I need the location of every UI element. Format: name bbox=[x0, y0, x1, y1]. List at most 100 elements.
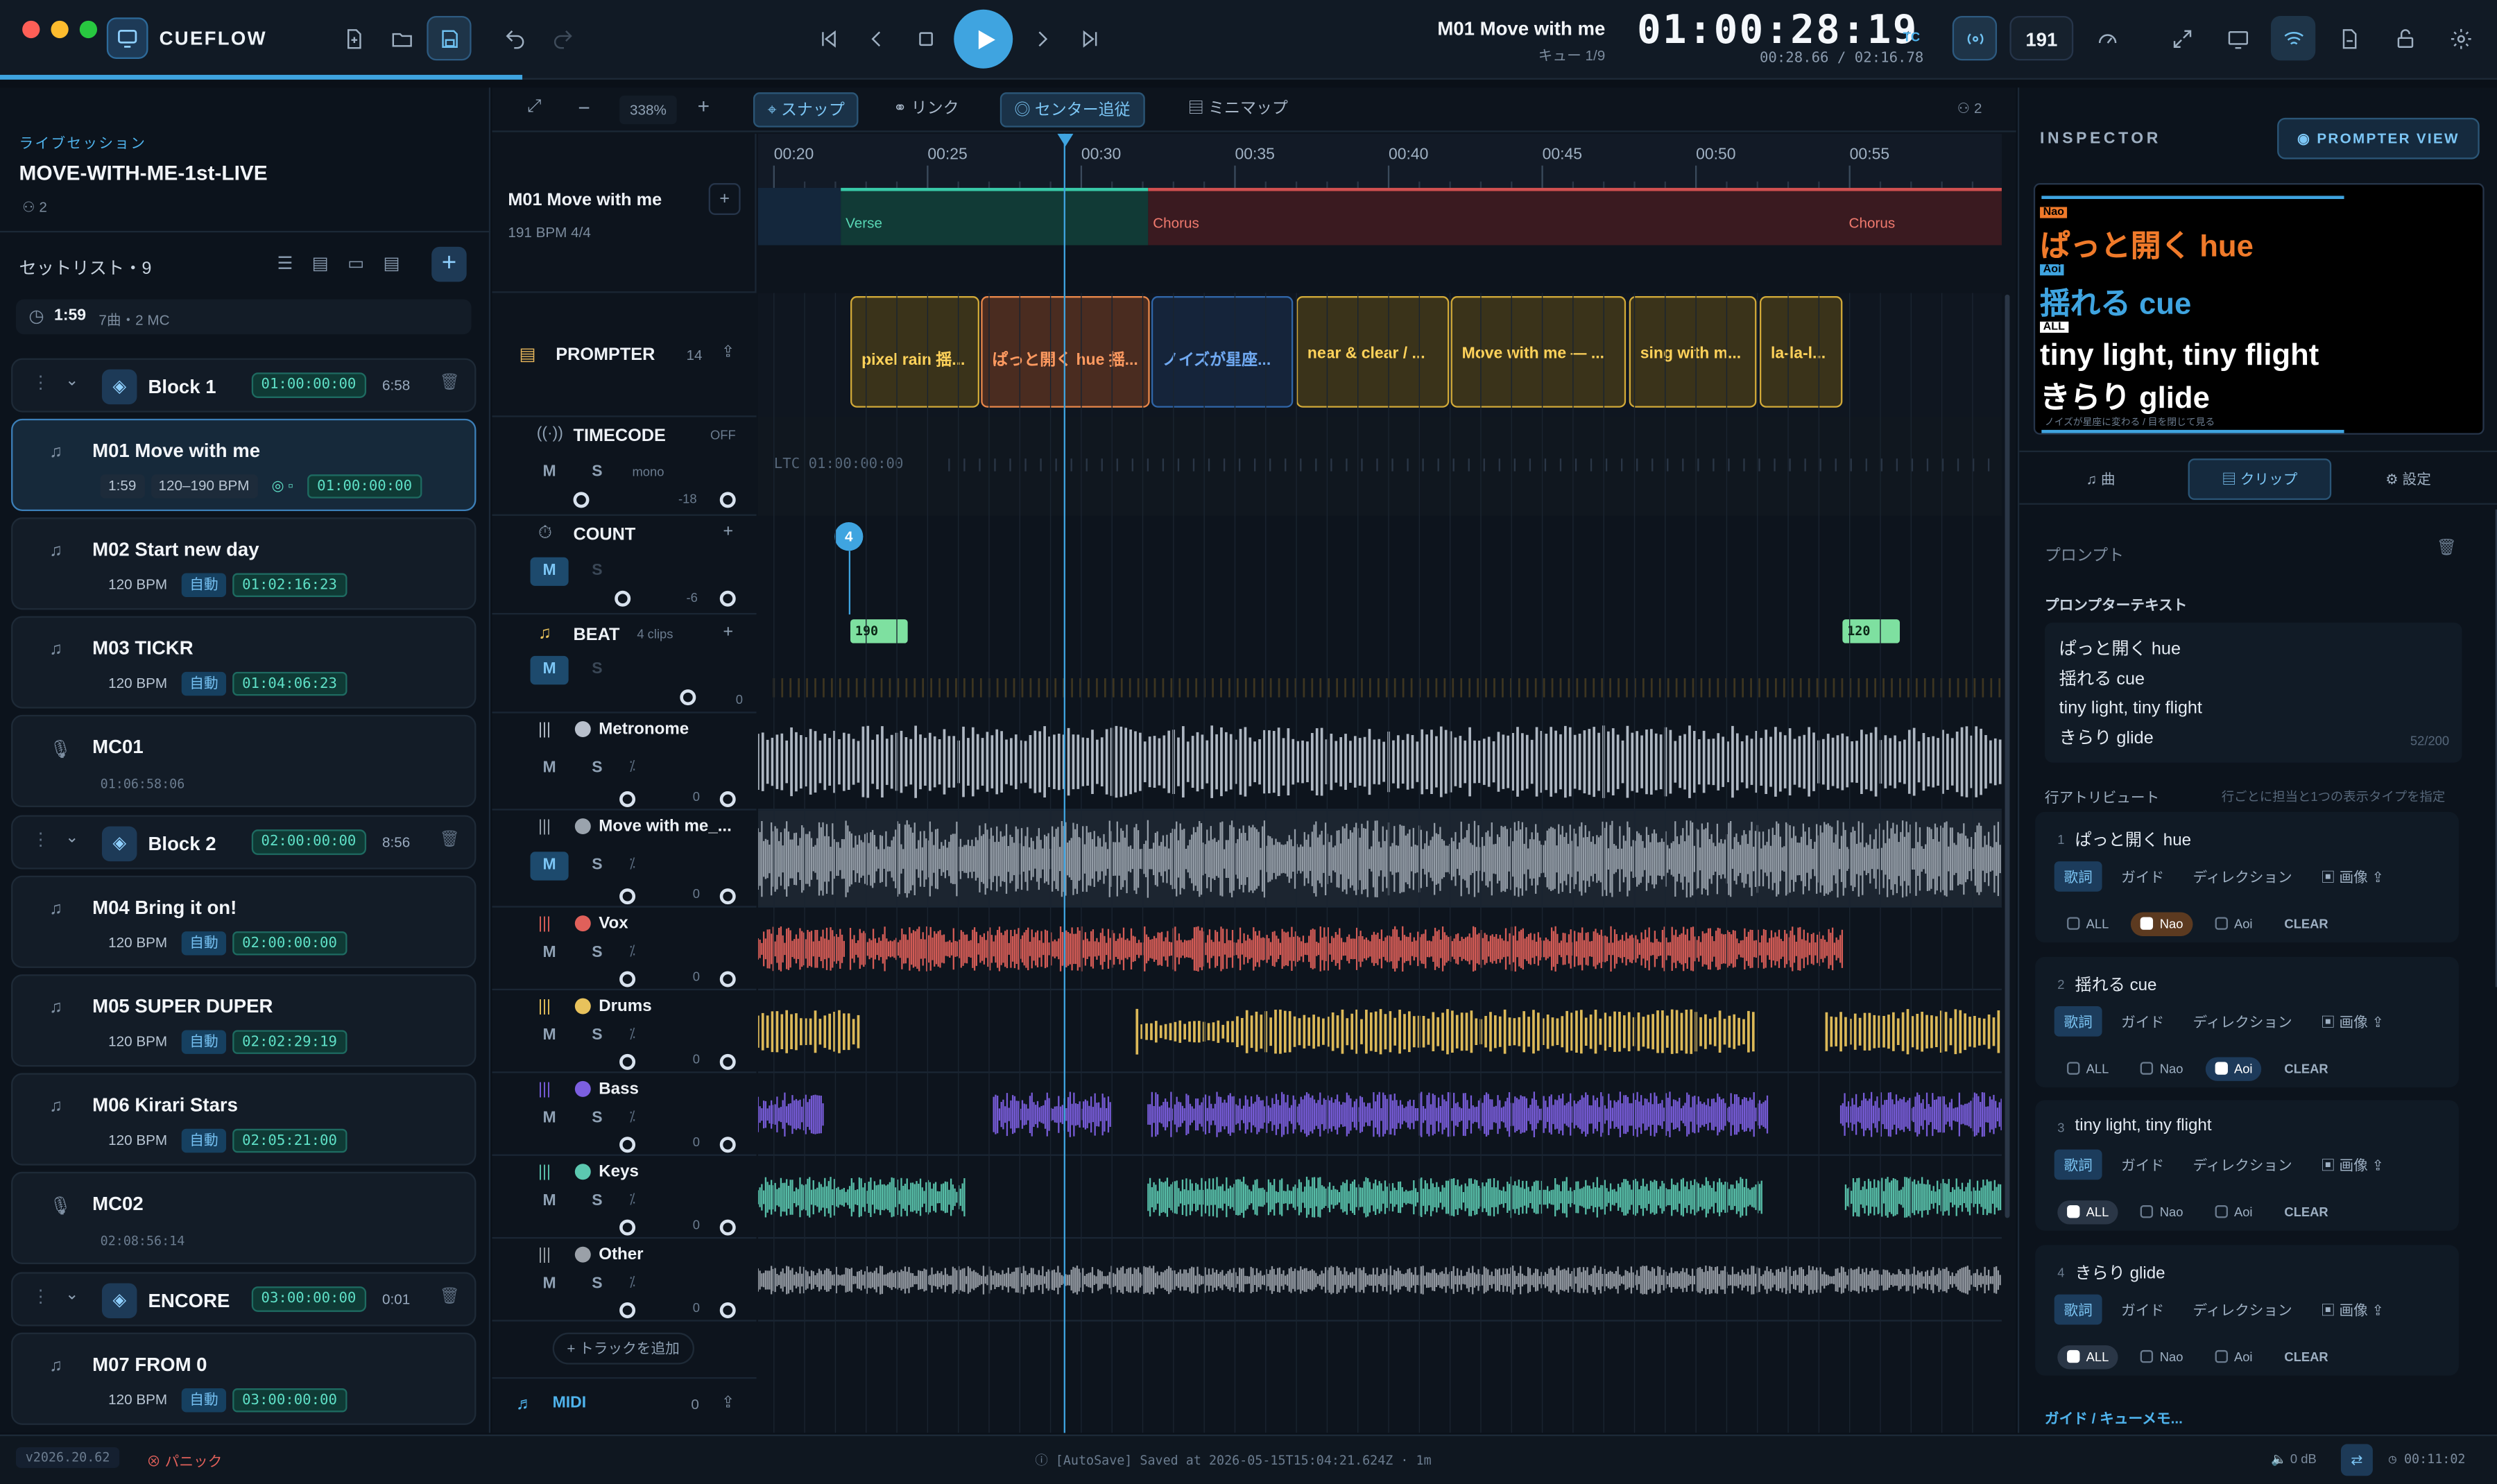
time-ruler[interactable]: 00:20 00:25 00:30 00:35 00:40 00:45 00:50 00:55 bbox=[757, 133, 2002, 191]
prompter-clip[interactable]: la-la-l... bbox=[1759, 296, 1843, 408]
assign-aoi-checkbox[interactable]: Aoi bbox=[2205, 1056, 2263, 1080]
song-card[interactable]: ♫ M03 TICKR 120 BPM 自動 01:04:06:23 bbox=[11, 616, 477, 709]
volume-knob[interactable] bbox=[619, 1219, 636, 1236]
assign-nao-checkbox[interactable]: Nao bbox=[2131, 912, 2193, 936]
volume-knob[interactable] bbox=[619, 791, 636, 808]
track-count[interactable]: ⏱ COUNT + M S -6 bbox=[492, 516, 757, 615]
line-attribute-row[interactable]: 4 きらり glide 歌詞 ガイド ディレクション ▣ 画像 ⇪ ALL Nao Aoi… bbox=[2035, 1244, 2459, 1375]
tab-settings[interactable]: ⚙ 設定 bbox=[2385, 468, 2431, 489]
zoom-in-button[interactable]: + bbox=[698, 94, 710, 117]
block-header[interactable]: ⋮ ⌄ ◈ Block 2 02:00:00:00 8:56 🗑 bbox=[11, 815, 477, 870]
vertical-scrollbar[interactable] bbox=[2005, 294, 2010, 1218]
prompter-view-button[interactable]: ◉ PROMPTER VIEW bbox=[2277, 117, 2480, 159]
play-button[interactable] bbox=[954, 9, 1013, 69]
assign-all-checkbox[interactable]: ALL bbox=[2057, 1344, 2119, 1369]
tempo-marker[interactable]: 120 bbox=[1842, 619, 1900, 644]
gauge-button[interactable] bbox=[2084, 16, 2129, 60]
volume-knob[interactable] bbox=[573, 492, 590, 508]
track-keys[interactable]: ||| Keys M S ⁒ 0 bbox=[492, 1156, 757, 1239]
playhead-handle[interactable] bbox=[1057, 133, 1074, 147]
tab-clip[interactable]: ▤ クリップ bbox=[2188, 458, 2332, 500]
volume-knob[interactable] bbox=[680, 689, 696, 706]
pan-knob[interactable] bbox=[719, 888, 736, 905]
add-marker-button[interactable]: + bbox=[708, 183, 741, 215]
drag-handle-icon[interactable]: ⋮ bbox=[32, 829, 49, 850]
pan-knob[interactable] bbox=[719, 492, 736, 508]
skip-end-button[interactable] bbox=[1067, 16, 1111, 60]
upload-icon[interactable]: ⇪ bbox=[721, 1395, 735, 1412]
settings-gear-icon[interactable] bbox=[2438, 16, 2482, 60]
drag-handle-icon[interactable]: ⋮ bbox=[32, 1286, 49, 1307]
playhead[interactable] bbox=[1063, 133, 1065, 1433]
track-other[interactable]: ||| Other M S ⁒ 0 bbox=[492, 1239, 757, 1322]
line-attribute-row[interactable]: 1 ぱっと開く hue 歌詞 ガイド ディレクション ▣ 画像 ⇪ ALL Nao Aoi… bbox=[2035, 811, 2459, 943]
block-header[interactable]: ⋮ ⌄ ◈ Block 1 01:00:00:00 6:58 🗑 bbox=[11, 358, 477, 413]
pan-knob[interactable] bbox=[719, 1137, 736, 1153]
panic-button[interactable]: ⊗ パニック bbox=[146, 1451, 222, 1472]
track-drums[interactable]: ||| Drums M S ⁒ 0 bbox=[492, 990, 757, 1073]
assign-nao-checkbox[interactable]: Nao bbox=[2131, 1345, 2193, 1368]
pan-knob[interactable] bbox=[719, 1053, 736, 1070]
mc-card[interactable]: 🎙 MC01 01:06:58:06 bbox=[11, 714, 477, 808]
volume-knob[interactable] bbox=[619, 888, 636, 905]
volume-knob[interactable] bbox=[619, 1302, 636, 1319]
prompter-clip[interactable]: near & clear / ... bbox=[1296, 296, 1450, 408]
snap-toggle[interactable]: ⌖ スナップ bbox=[753, 92, 859, 128]
mc-card[interactable]: 🎙 MC02 02:08:56:14 bbox=[11, 1171, 477, 1264]
guide-cue-memo-link[interactable]: ガイド / キューメモ... bbox=[2045, 1408, 2183, 1429]
minimap-toggle[interactable]: ▤ ミニマップ bbox=[1182, 92, 1295, 128]
volume-knob[interactable] bbox=[619, 1137, 636, 1153]
volume-knob[interactable] bbox=[615, 590, 631, 607]
zoom-out-button[interactable]: − bbox=[578, 96, 590, 119]
link-toggle[interactable]: ⚭ リンク bbox=[887, 92, 966, 128]
volume-knob[interactable] bbox=[619, 971, 636, 987]
redo-button[interactable] bbox=[540, 16, 584, 60]
section-chorus[interactable]: Chorus Chorus bbox=[1148, 187, 2002, 245]
lock-icon[interactable] bbox=[2383, 16, 2427, 60]
pan-knob[interactable] bbox=[719, 590, 736, 607]
track-metronome[interactable]: ||| Metronome M S ⁒ 0 bbox=[492, 714, 757, 811]
add-count-button[interactable]: + bbox=[723, 522, 733, 542]
minimize-window-button[interactable] bbox=[51, 20, 69, 39]
line-attribute-row[interactable]: 3 tiny light, tiny flight 歌詞 ガイド ディレクション ▣ … bbox=[2035, 1100, 2459, 1231]
pan-knob[interactable] bbox=[719, 1219, 736, 1236]
close-window-button[interactable] bbox=[22, 20, 40, 39]
trash-icon[interactable]: 🗑 bbox=[440, 1288, 460, 1305]
song-card[interactable]: ♫ M01 Move with me 1:59 120–190 BPM ◎ ▫ 01:… bbox=[11, 418, 477, 511]
assign-all-checkbox[interactable]: ALL bbox=[2057, 1056, 2118, 1080]
setlist-tools[interactable]: ☰▤▭▤ bbox=[277, 253, 418, 274]
track-midi[interactable]: ♬ MIDI 0 ⇪ bbox=[492, 1377, 757, 1433]
trash-icon[interactable]: 🗑 bbox=[440, 831, 460, 848]
assign-all-checkbox[interactable]: ALL bbox=[2057, 1200, 2119, 1225]
assign-all-checkbox[interactable]: ALL bbox=[2057, 913, 2118, 936]
block-header[interactable]: ⋮ ⌄ ◈ ENCORE 03:00:00:00 0:01 🗑 bbox=[11, 1272, 477, 1327]
assign-nao-checkbox[interactable]: Nao bbox=[2131, 1056, 2193, 1080]
bpm-display[interactable]: 191 bbox=[2009, 15, 2074, 61]
song-card[interactable]: ♫ M05 SUPER DUPER 120 BPM 自動 02:02:29:19 bbox=[11, 974, 477, 1067]
track-beat[interactable]: ♫ BEAT 4 clips + M S 0 bbox=[492, 614, 757, 714]
song-card[interactable]: ♫ M02 Start new day 120 BPM 自動 01:02:16:23 bbox=[11, 517, 477, 610]
sync-file-icon[interactable] bbox=[2326, 16, 2371, 60]
track-move[interactable]: ||| Move with me_... M S ⁒ 0 bbox=[492, 811, 757, 908]
prompter-clip[interactable]: sing with m... bbox=[1629, 296, 1757, 408]
assign-nao-checkbox[interactable]: Nao bbox=[2131, 1200, 2193, 1224]
loop-toggle[interactable]: ⇄ bbox=[2340, 1444, 2373, 1476]
prompter-text-area[interactable]: ぱっと開く hue 揺れる cue tiny light, tiny flight き… bbox=[2044, 622, 2462, 763]
song-card[interactable]: ♫ M04 Bring it on! 120 BPM 自動 02:00:00:00 bbox=[11, 875, 477, 968]
expand-icon[interactable] bbox=[2159, 16, 2204, 60]
chevron-down-icon[interactable]: ⌄ bbox=[65, 372, 78, 390]
trash-icon[interactable]: 🗑 bbox=[2437, 540, 2457, 557]
stop-button[interactable] bbox=[903, 16, 947, 60]
section-verse[interactable]: Verse bbox=[841, 187, 1149, 245]
monitor-icon[interactable] bbox=[2215, 16, 2260, 60]
pan-knob[interactable] bbox=[719, 791, 736, 808]
fit-expand-icon[interactable]: ⤢ bbox=[527, 97, 541, 118]
track-timecode[interactable]: ((·)) TIMECODE OFF M S mono -18 bbox=[492, 417, 757, 516]
open-folder-button[interactable] bbox=[379, 16, 423, 60]
song-card[interactable]: ♫ M07 FROM 0 120 BPM 自動 03:00:00:00 bbox=[11, 1332, 477, 1425]
next-button[interactable] bbox=[1019, 16, 1063, 60]
tab-song[interactable]: ♫ 曲 bbox=[2086, 468, 2116, 489]
tempo-marker[interactable]: 190 bbox=[850, 619, 908, 644]
track-vox[interactable]: ||| Vox M S ⁒ 0 bbox=[492, 908, 757, 991]
count-marker[interactable]: 4 bbox=[834, 522, 864, 551]
